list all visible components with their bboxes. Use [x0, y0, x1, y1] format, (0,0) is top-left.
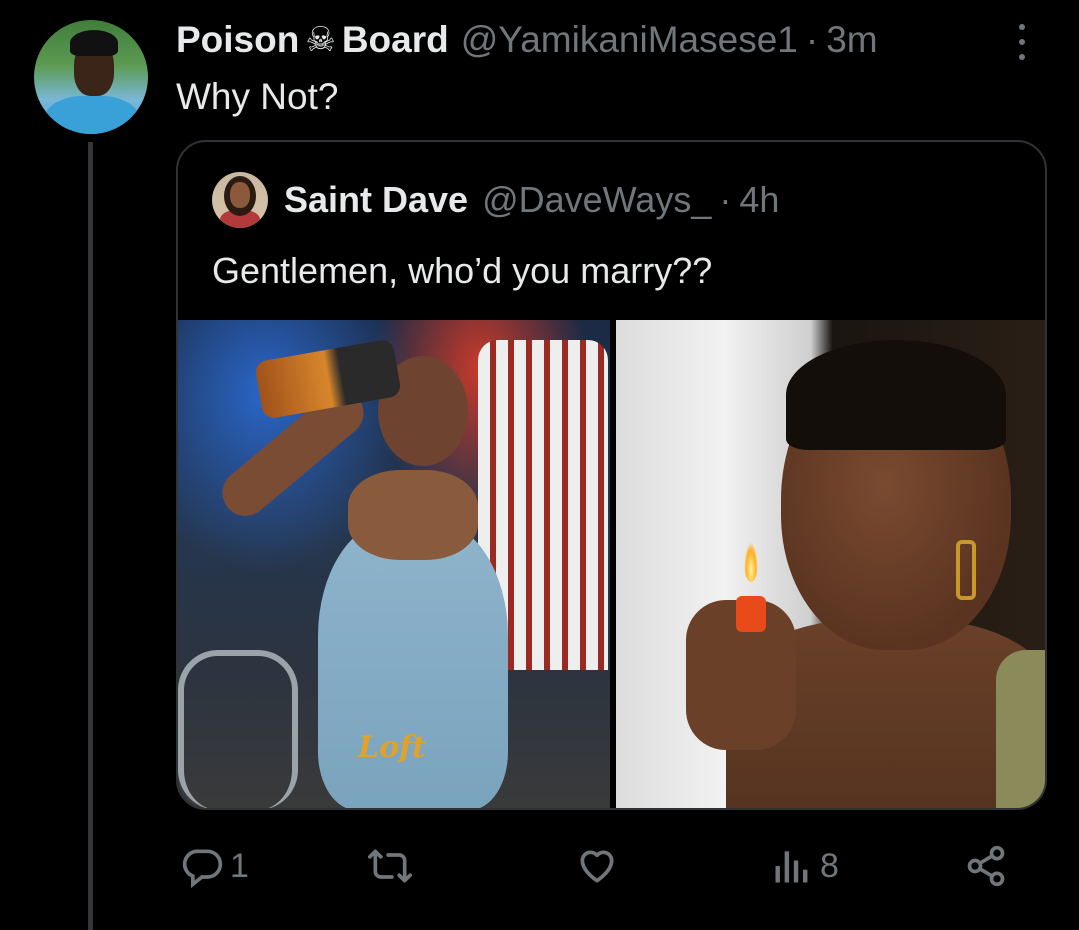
author-name-part2[interactable]: Board — [342, 19, 449, 61]
quoted-author-handle[interactable]: @DaveWays_ — [482, 179, 711, 221]
more-dot — [1019, 54, 1025, 60]
tweet-thread: Poison ☠ Board @YamikaniMasese1 · 3m Why… — [0, 0, 1079, 930]
photo-lighter — [736, 596, 766, 632]
media-photo-left[interactable]: Loft — [178, 320, 610, 808]
quoted-author-name[interactable]: Saint Dave — [284, 179, 468, 221]
retweet-button[interactable] — [366, 836, 420, 896]
photo-watermark-logo: Loft — [358, 730, 426, 765]
avatar-shirt — [44, 96, 140, 134]
author-name-part1[interactable]: Poison — [176, 19, 299, 61]
photo-woman-dress — [996, 650, 1045, 808]
quoted-tweet[interactable]: Saint Dave @DaveWays_ · 4h Gentlemen, wh… — [176, 140, 1047, 810]
quoted-timestamp[interactable]: 4h — [739, 179, 779, 221]
photo-earring — [956, 540, 976, 600]
views-icon — [775, 851, 808, 883]
quoted-author-avatar[interactable] — [212, 172, 268, 228]
photo-chair — [178, 650, 298, 808]
avatar-cap — [70, 30, 118, 56]
separator-dot: · — [805, 19, 819, 60]
views-button[interactable]: 8 — [770, 836, 839, 896]
separator-dot: · — [719, 179, 732, 220]
thread-line — [88, 142, 93, 930]
photo-woman-dress — [318, 520, 508, 808]
author-handle[interactable]: @YamikaniMasese1 — [461, 19, 798, 61]
retweet-icon — [368, 849, 412, 883]
action-bar: 1 8 — [176, 836, 1016, 896]
heart-icon — [580, 850, 614, 883]
photo-woman-chest — [348, 470, 478, 560]
like-button[interactable] — [574, 836, 626, 896]
reply-button[interactable]: 1 — [180, 836, 249, 896]
photo-woman-hair — [786, 340, 1006, 450]
quoted-header: Saint Dave @DaveWays_ · 4h — [212, 172, 779, 228]
quoted-media: Loft — [178, 320, 1045, 808]
more-dot — [1019, 39, 1025, 45]
media-photo-right[interactable] — [616, 320, 1045, 808]
views-count: 8 — [820, 846, 839, 885]
author-avatar[interactable] — [34, 20, 148, 134]
tweet-timestamp[interactable]: 3m — [826, 19, 877, 61]
photo-flame — [744, 542, 758, 582]
tweet-text: Why Not? — [176, 76, 339, 117]
share-icon — [967, 845, 1005, 887]
quoted-text: Gentlemen, who’d you marry?? — [212, 250, 713, 291]
more-vertical-icon[interactable] — [1010, 24, 1034, 60]
reply-icon — [182, 849, 223, 888]
tweet-header: Poison ☠ Board @YamikaniMasese1 · 3m — [176, 18, 878, 62]
skull-icon: ☠ — [305, 21, 336, 59]
quoted-avatar-face — [230, 182, 250, 208]
more-dot — [1019, 24, 1025, 30]
reply-count: 1 — [230, 846, 249, 885]
share-button[interactable] — [964, 836, 1008, 896]
